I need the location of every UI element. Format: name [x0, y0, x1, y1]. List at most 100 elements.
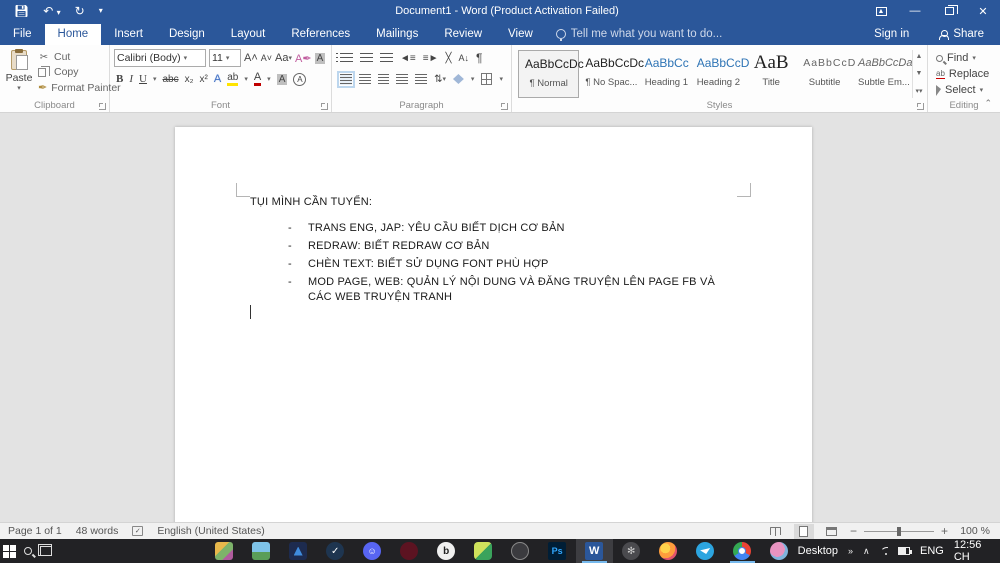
select-button[interactable]: Select▾	[936, 84, 998, 96]
styles-dialog-launcher-icon[interactable]	[917, 103, 924, 110]
change-case-button[interactable]: Aa▾	[275, 52, 292, 64]
document-text[interactable]: TỤI MÌNH CẦN TUYỂN: -TRANS ENG, JAP: YÊU…	[250, 196, 740, 308]
print-layout-button[interactable]	[794, 524, 814, 539]
decrease-indent-icon[interactable]: ◄≡	[400, 53, 416, 64]
strikethrough-button[interactable]: abc	[162, 74, 178, 85]
align-center-icon[interactable]	[359, 74, 371, 85]
clear-formatting-icon[interactable]: A✒︎	[295, 52, 312, 65]
taskbar-dark-red-app[interactable]	[391, 539, 428, 563]
tab-view[interactable]: View	[495, 24, 546, 45]
asian-layout-icon[interactable]: ╳	[445, 53, 451, 64]
sort-icon[interactable]: A↓	[459, 53, 470, 63]
show-hidden-icons[interactable]: ∧	[863, 546, 870, 557]
font-name-combo[interactable]: Calibri (Body)▾	[114, 49, 206, 67]
tab-home[interactable]: Home	[45, 24, 102, 45]
character-shading-button[interactable]: A	[277, 74, 288, 85]
start-button[interactable]	[0, 539, 19, 563]
ribbon-display-options-icon[interactable]: ▲	[864, 0, 898, 22]
styles-gallery-expand-icon[interactable]: ▾▾	[913, 87, 925, 95]
read-mode-button[interactable]	[766, 524, 786, 539]
paragraph-dialog-launcher-icon[interactable]	[501, 103, 508, 110]
zoom-slider-thumb[interactable]	[897, 527, 901, 536]
taskbar-discord[interactable]: ☺︎	[354, 539, 391, 563]
restore-icon[interactable]	[932, 0, 966, 22]
font-color-dropdown-icon[interactable]: ▾	[267, 75, 271, 83]
save-icon[interactable]: 💾︎	[14, 5, 29, 17]
align-right-icon[interactable]	[378, 74, 390, 85]
desktop-name[interactable]: Desktop	[798, 545, 838, 557]
enclose-characters-icon[interactable]: A	[293, 73, 306, 86]
style-no-spacing[interactable]: AaBbCcDc ¶ No Spac...	[579, 50, 638, 98]
shading-dropdown-icon[interactable]: ▾	[471, 75, 475, 83]
tab-references[interactable]: References	[278, 24, 363, 45]
language-badge[interactable]: ENG	[920, 545, 944, 557]
taskbar-check-app[interactable]: ✓	[317, 539, 354, 563]
taskbar-firefox[interactable]	[650, 539, 687, 563]
shrink-font-button[interactable]: A˅	[261, 53, 272, 63]
text-effects-icon[interactable]: A	[214, 73, 221, 85]
bold-button[interactable]: B	[116, 73, 123, 85]
superscript-button[interactable]: x²	[200, 74, 208, 85]
taskbar-photoshop[interactable]: Ps	[539, 539, 576, 563]
document-area[interactable]: TỤI MÌNH CẦN TUYỂN: -TRANS ENG, JAP: YÊU…	[0, 113, 1000, 522]
taskbar-pictures-app[interactable]	[243, 539, 280, 563]
subscript-button[interactable]: x₂	[185, 74, 194, 85]
share-button[interactable]: Share	[923, 28, 1000, 45]
borders-dropdown-icon[interactable]: ▾	[499, 75, 503, 83]
show-hide-marks-icon[interactable]: ¶	[476, 51, 482, 65]
taskbar-chrome[interactable]	[724, 539, 761, 563]
battery-icon[interactable]	[898, 547, 910, 555]
search-button[interactable]	[19, 539, 38, 563]
taskbar-word[interactable]: W	[576, 539, 613, 563]
copy-button[interactable]: Copy	[38, 66, 107, 78]
bullet-list-icon[interactable]	[340, 53, 353, 64]
language-indicator[interactable]: English (United States)	[157, 525, 264, 537]
underline-dropdown-icon[interactable]: ▾	[153, 75, 157, 83]
clock[interactable]: 12:56 CH	[954, 539, 988, 563]
proofing-icon[interactable]: ✓	[132, 526, 143, 536]
taskbar-obs[interactable]	[502, 539, 539, 563]
zoom-out-button[interactable]: −	[850, 524, 857, 538]
zoom-level[interactable]: 100 %	[956, 525, 990, 537]
grow-font-button[interactable]: A˄	[244, 52, 258, 64]
close-icon[interactable]: ✕︎	[966, 0, 1000, 22]
clipboard-dialog-launcher-icon[interactable]	[99, 103, 106, 110]
increase-indent-icon[interactable]: ≡►	[423, 53, 439, 64]
taskbar-telegram[interactable]	[687, 539, 724, 563]
styles-scroll-down-icon[interactable]: ▼	[913, 70, 925, 77]
web-layout-button[interactable]	[822, 524, 842, 539]
font-color-button[interactable]: A	[254, 72, 261, 86]
format-painter-button[interactable]: ✒︎Format Painter	[38, 81, 107, 94]
replace-button[interactable]: abReplace	[936, 68, 998, 80]
paste-button[interactable]: Paste ▾	[2, 48, 36, 92]
wifi-icon[interactable]	[880, 547, 889, 556]
tab-file[interactable]: File	[0, 24, 45, 45]
highlight-color-button[interactable]: ab	[227, 73, 238, 86]
minimize-icon[interactable]: —	[898, 0, 932, 22]
zoom-slider[interactable]	[864, 531, 934, 532]
taskbar-green-map-app[interactable]	[465, 539, 502, 563]
cut-button[interactable]: ✂︎Cut	[38, 51, 107, 63]
collapse-ribbon-icon[interactable]: ⌃	[984, 98, 992, 109]
multilevel-list-icon[interactable]	[380, 53, 393, 64]
style-subtitle[interactable]: AaBbCcD Subtitle	[797, 50, 852, 98]
style-title[interactable]: AaB Title	[745, 50, 797, 98]
justify-icon[interactable]	[396, 74, 408, 85]
align-left-icon[interactable]	[340, 74, 352, 85]
taskbar-clock-app[interactable]: b	[428, 539, 465, 563]
styles-scroll-up-icon[interactable]: ▲	[913, 53, 925, 60]
italic-button[interactable]: I	[129, 73, 133, 85]
font-size-combo[interactable]: 11▾	[209, 49, 241, 67]
taskbar-cloud-paint-app[interactable]	[761, 539, 798, 563]
find-button[interactable]: Find▾	[936, 52, 998, 64]
customize-qat-icon[interactable]: ▾	[99, 7, 103, 15]
tell-me-box[interactable]: Tell me what you want to do...	[546, 28, 733, 45]
page-indicator[interactable]: Page 1 of 1	[8, 525, 62, 537]
tab-layout[interactable]: Layout	[218, 24, 279, 45]
taskbar-gray-utility-app[interactable]: ✻︎	[613, 539, 650, 563]
distribute-icon[interactable]	[415, 74, 427, 85]
word-count[interactable]: 48 words	[76, 525, 119, 537]
undo-icon[interactable]: ↶ ▾	[43, 5, 60, 17]
font-dialog-launcher-icon[interactable]	[321, 103, 328, 110]
style-heading-2[interactable]: AaBbCcD Heading 2	[691, 50, 746, 98]
